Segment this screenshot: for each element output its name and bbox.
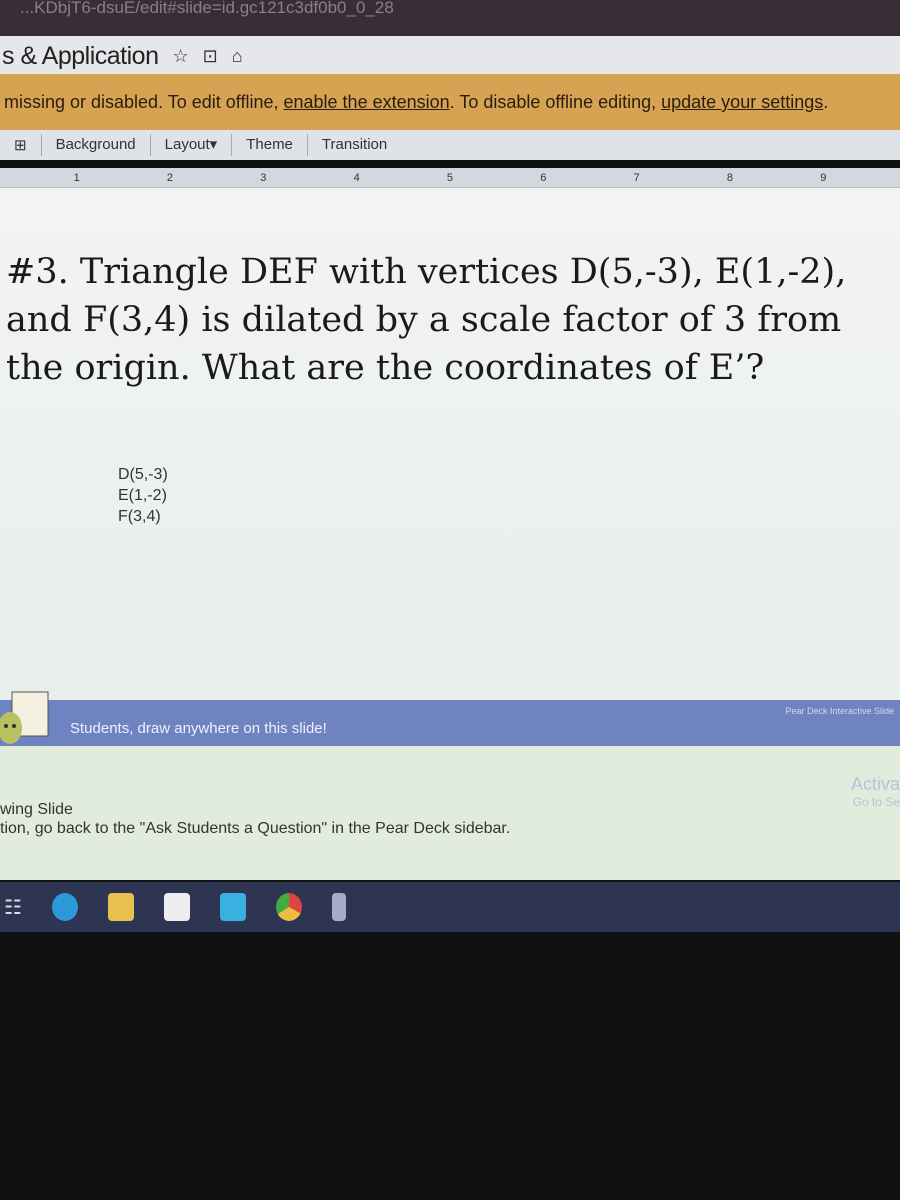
toolbar: ⊞ Background Layout▾ Theme Transition — [0, 130, 900, 160]
doc-title[interactable]: s & Application — [2, 42, 159, 71]
background-button[interactable]: Background — [40, 134, 150, 156]
doc-titlebar: s & Application ☆ ⊡ ⌂ — [0, 36, 900, 76]
url-text: ...KDbjT6-dsuE/edit#slide=id.gc121c3df0b… — [20, 0, 394, 17]
enable-extension-link[interactable]: enable the extension — [284, 92, 450, 112]
ruler[interactable]: 1 2 3 4 5 6 7 8 9 — [0, 168, 900, 188]
pear-deck-brand: Pear Deck Interactive Slide — [785, 706, 894, 716]
address-bar[interactable]: ...KDbjT6-dsuE/edit#slide=id.gc121c3df0b… — [0, 0, 900, 36]
ruler-mark: 5 — [446, 171, 454, 184]
mail-icon[interactable] — [219, 893, 246, 921]
activation-title: Activa — [850, 774, 900, 794]
vertex-e: E(1,-2) — [118, 487, 167, 504]
banner-text: . — [823, 92, 829, 112]
windows-activation-watermark: Activa Go to Se — [851, 774, 900, 809]
notes-line: tion, go back to the "Ask Students a Que… — [0, 820, 511, 837]
pear-deck-banner: Students, draw anywhere on this slide! P… — [0, 691, 900, 746]
banner-text: . To disable offline editing, — [449, 92, 662, 112]
ruler-mark: 2 — [166, 171, 174, 184]
vertex-list: D(5,-3) E(1,-2) F(3,4) — [118, 464, 168, 527]
offline-banner: missing or disabled. To edit offline, en… — [0, 74, 900, 130]
task-view-icon[interactable]: ☷ — [4, 895, 22, 920]
star-icon[interactable]: ☆ — [173, 46, 189, 67]
question-text: #3. Triangle DEF with vertices D(5,-3), … — [6, 252, 847, 388]
taskbar: ☷ — [0, 882, 900, 932]
vertex-f: F(3,4) — [118, 508, 161, 525]
pear-deck-message: Students, draw anywhere on this slide! — [70, 720, 327, 737]
pear-easel-icon — [0, 691, 49, 744]
file-explorer-icon[interactable] — [107, 893, 134, 921]
notes-line: wing Slide — [0, 801, 73, 818]
vertex-d: D(5,-3) — [118, 466, 168, 483]
ruler-mark: 6 — [540, 171, 547, 184]
device-icon[interactable] — [331, 893, 346, 921]
update-settings-link[interactable]: update your settings — [661, 92, 823, 112]
theme-button[interactable]: Theme — [231, 134, 307, 156]
speaker-notes[interactable]: wing Slide tion, go back to the "Ask Stu… — [0, 746, 900, 880]
ruler-mark: 4 — [353, 171, 360, 184]
edge-icon[interactable] — [51, 893, 78, 921]
layout-button[interactable]: Layout▾ — [149, 134, 232, 156]
move-to-folder-icon[interactable]: ⊡ — [203, 46, 218, 67]
add-comment-icon[interactable]: ⊞ — [0, 136, 41, 154]
ruler-mark: 1 — [73, 171, 80, 184]
ruler-mark: 3 — [260, 171, 267, 184]
slide-canvas[interactable]: #3. Triangle DEF with vertices D(5,-3), … — [0, 188, 900, 700]
banner-text: missing or disabled. To edit offline, — [4, 92, 284, 112]
ruler-mark: 7 — [633, 171, 640, 184]
activation-sub: Go to Se — [852, 795, 900, 809]
chrome-icon[interactable] — [275, 893, 302, 921]
transition-button[interactable]: Transition — [306, 134, 401, 156]
ruler-mark: 9 — [820, 171, 827, 184]
ruler-mark: 8 — [726, 171, 734, 184]
cloud-status-icon[interactable]: ⌂ — [232, 46, 243, 67]
store-icon[interactable] — [163, 893, 190, 921]
